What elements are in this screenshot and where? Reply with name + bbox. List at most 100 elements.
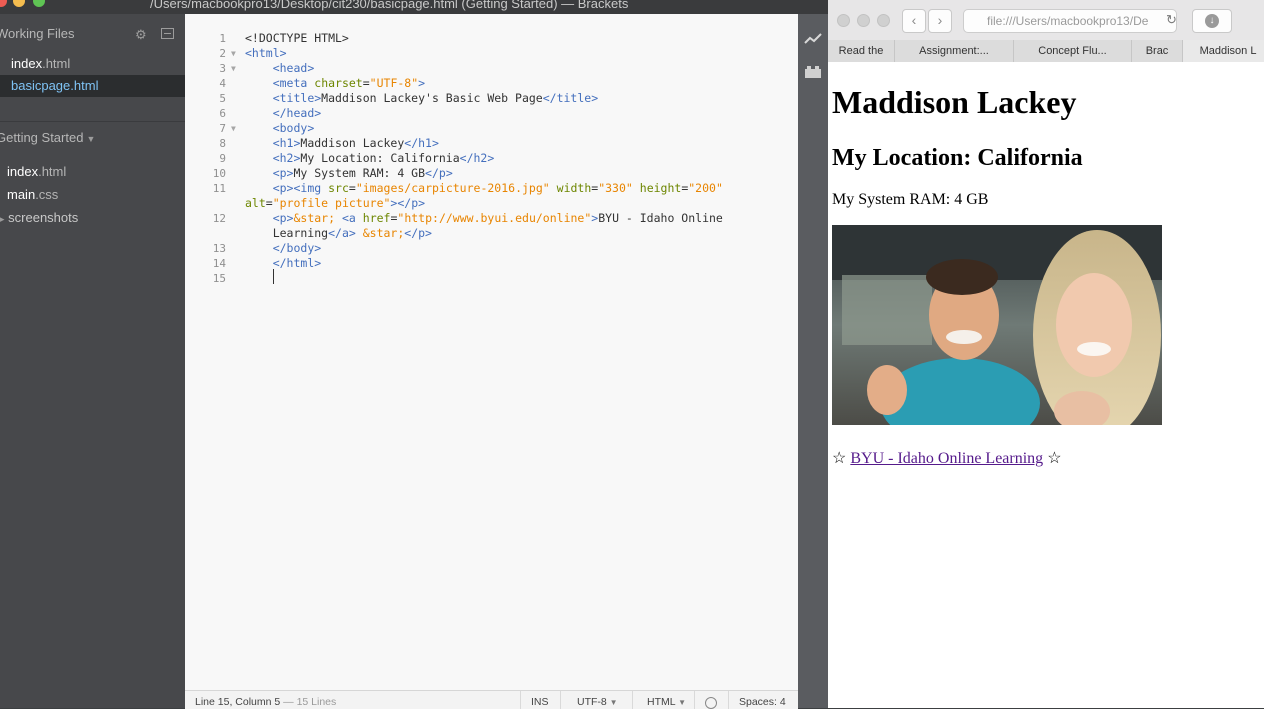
project-file-index[interactable]: index.html — [0, 161, 185, 183]
chevron-right-icon: › — [937, 12, 943, 28]
code-line[interactable]: 6 </head> — [185, 106, 798, 121]
code-text: <!DOCTYPE HTML> — [245, 31, 349, 45]
browser-window: ‹ › file:///Users/macbookpro13/De ↻ ↓ Re… — [828, 0, 1264, 708]
working-file-name: basicpage — [11, 78, 71, 93]
code-text: <p><img src="images/carpicture-2016.jpg"… — [272, 181, 723, 195]
code-text: <h2>My Location: California</h2> — [272, 151, 495, 165]
code-text: Learning</a> &star;</p> — [245, 226, 432, 240]
code-line[interactable]: 8 <h1>Maddison Lackey</h1> — [185, 136, 798, 151]
minimize-window-button[interactable] — [13, 0, 25, 7]
status-divider — [728, 691, 729, 709]
project-file-name: index — [7, 164, 39, 179]
project-folder-screenshots[interactable]: ▸ screenshots — [0, 207, 185, 229]
line-number: 8 — [219, 137, 226, 150]
code-line[interactable]: 5 <title>Maddison Lackey's Basic Web Pag… — [185, 91, 798, 106]
forward-button[interactable]: › — [928, 9, 952, 33]
code-line[interactable]: 1 <!DOCTYPE HTML> — [185, 31, 798, 46]
code-line[interactable]: 3 ▼ <head> — [185, 61, 798, 76]
insert-mode-toggle[interactable]: INS — [531, 696, 549, 708]
tab-read-the[interactable]: Read the — [828, 40, 895, 62]
chevron-down-icon: ▼ — [86, 134, 96, 144]
line-number: 1 — [219, 32, 226, 45]
window-title: /Users/macbookpro13/Desktop/cit230/basic… — [150, 0, 629, 11]
line-number: 6 — [219, 107, 226, 120]
page-heading: Maddison Lackey — [832, 84, 1077, 120]
code-line[interactable]: 12 <p>&star; <a href="http://www.byui.ed… — [185, 211, 798, 226]
code-line[interactable]: 15 — [185, 271, 798, 286]
minimize-window-button[interactable] — [857, 14, 870, 27]
linter-status-icon[interactable] — [705, 697, 717, 709]
code-line[interactable]: alt="profile picture"></p> — [185, 196, 798, 211]
address-bar[interactable]: file:///Users/macbookpro13/De — [963, 9, 1177, 33]
encoding-label: UTF-8 — [577, 696, 607, 708]
code-line[interactable]: 11 <p><img src="images/carpicture-2016.j… — [185, 181, 798, 196]
text-cursor — [273, 269, 274, 284]
code-text: </html> — [272, 256, 322, 270]
fold-arrow-icon[interactable]: ▼ — [231, 46, 236, 61]
split-view-icon[interactable] — [161, 28, 174, 39]
title-bar: /Users/macbookpro13/Desktop/cit230/basic… — [0, 0, 828, 14]
working-file-index[interactable]: index.html — [0, 53, 185, 75]
code-line[interactable]: 10 <p>My System RAM: 4 GB</p> — [185, 166, 798, 181]
back-button[interactable]: ‹ — [902, 9, 926, 33]
line-number: 10 — [212, 167, 226, 180]
line-number: 15 — [212, 272, 226, 285]
code-text: alt="profile picture"></p> — [245, 196, 426, 210]
encoding-select[interactable]: UTF-8 ▼ — [577, 696, 618, 708]
code-line[interactable]: 14 </html> — [185, 256, 798, 271]
status-divider — [520, 691, 521, 709]
downloads-button[interactable]: ↓ — [1192, 9, 1232, 33]
line-number: 11 — [212, 182, 226, 195]
code-line[interactable]: 13 </body> — [185, 241, 798, 256]
tab-concept-flu[interactable]: Concept Flu... — [1014, 40, 1132, 62]
project-file-main[interactable]: main.css — [0, 184, 185, 206]
project-dropdown[interactable]: Getting Started ▼ — [0, 130, 95, 145]
code-line[interactable]: 9 <h2>My Location: California</h2> — [185, 151, 798, 166]
line-number: 5 — [219, 92, 226, 105]
fold-arrow-icon[interactable]: ▼ — [231, 61, 236, 76]
live-preview-icon[interactable] — [804, 32, 822, 50]
close-window-button[interactable] — [837, 14, 850, 27]
working-file-ext: .html — [42, 56, 71, 71]
code-line[interactable]: 4 <meta charset="UTF-8"> — [185, 76, 798, 91]
tab-assignment[interactable]: Assignment:... — [895, 40, 1014, 62]
zoom-window-button[interactable] — [877, 14, 890, 27]
project-title: Getting Started — [0, 130, 84, 145]
code-editor[interactable]: 1 <!DOCTYPE HTML> 2 ▼ <html> 3 ▼ <head> 4 <meta… — [185, 14, 798, 690]
line-number: 13 — [212, 242, 226, 255]
zoom-window-button[interactable] — [33, 0, 45, 7]
tab-maddison[interactable]: Maddison L — [1183, 40, 1264, 62]
language-select[interactable]: HTML ▼ — [647, 696, 686, 708]
link-paragraph: ☆ BYU - Idaho Online Learning ☆ — [832, 448, 1062, 468]
working-file-ext: .html — [70, 78, 99, 93]
spaces-value: 4 — [779, 696, 786, 708]
tab-brackets[interactable]: Brac — [1132, 40, 1183, 62]
code-line[interactable]: 2 ▼ <html> — [185, 46, 798, 61]
code-line[interactable]: 7 ▼ <body> — [185, 121, 798, 136]
star-left: ☆ — [832, 450, 847, 467]
tab-bar: Read the Assignment:... Concept Flu... B… — [828, 40, 1264, 63]
byui-online-link[interactable]: BYU - Idaho Online Learning — [850, 450, 1043, 467]
status-bar: Line 15, Column 5 — 15 Lines INS UTF-8 ▼… — [185, 690, 798, 709]
status-divider — [632, 691, 633, 709]
right-toolbar — [798, 14, 828, 708]
fold-arrow-icon[interactable]: ▼ — [231, 121, 236, 136]
spaces-label: Spaces: — [739, 696, 777, 708]
extension-manager-icon[interactable] — [804, 65, 822, 83]
chevron-left-icon: ‹ — [911, 12, 917, 28]
page-subheading: My Location: California — [832, 145, 1083, 171]
cursor-position: Line 15, Column 5 — 15 Lines — [195, 696, 336, 708]
working-file-basicpage[interactable]: basicpage.html — [0, 75, 185, 97]
ram-paragraph: My System RAM: 4 GB — [832, 191, 989, 208]
line-number: 7 — [219, 122, 226, 135]
project-file-name: main — [7, 187, 36, 202]
line-number: 9 — [219, 152, 226, 165]
code-text: <title>Maddison Lackey's Basic Web Page<… — [272, 91, 599, 105]
code-line[interactable]: Learning</a> &star;</p> — [185, 226, 798, 241]
indent-setting[interactable]: Spaces: 4 — [739, 696, 786, 708]
gear-icon[interactable]: ⚙ — [135, 27, 147, 43]
code-text: <p>&star; <a href="http://www.byui.edu/o… — [272, 211, 723, 225]
close-window-button[interactable] — [0, 0, 7, 7]
reload-icon[interactable]: ↻ — [1166, 12, 1177, 28]
code-text: <body> — [272, 121, 315, 135]
